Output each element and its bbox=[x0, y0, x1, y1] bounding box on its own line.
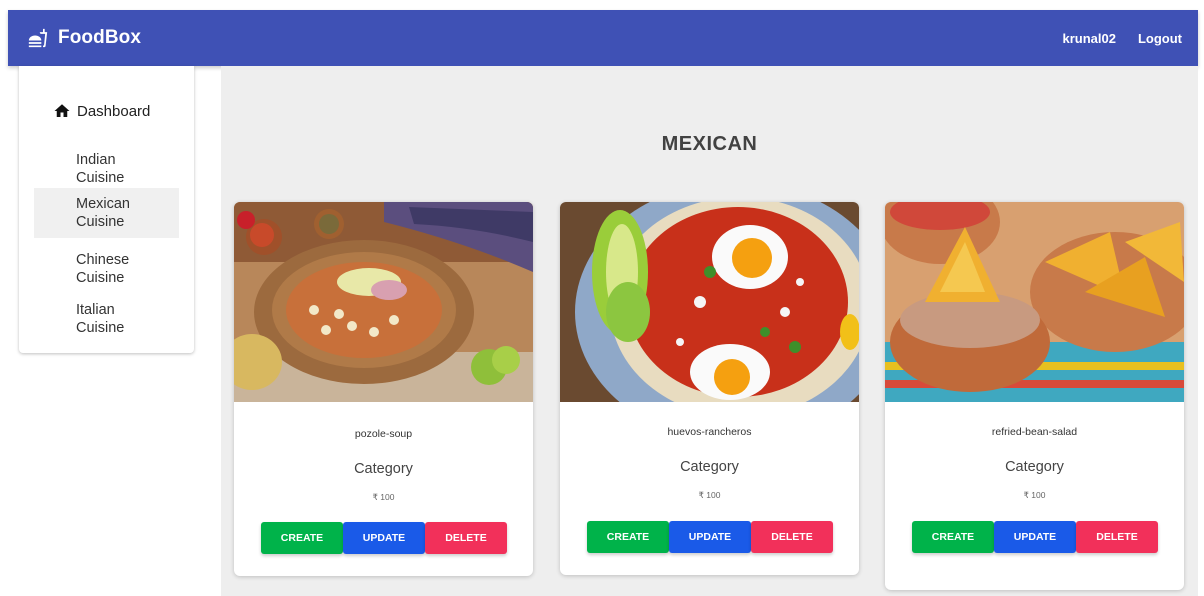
food-card: pozole-soup Category ₹ 100 CREATE UPDATE… bbox=[234, 202, 533, 576]
sidebar-item-label: Chinese Cuisine bbox=[76, 252, 130, 286]
sidebar-item-mexican-cuisine[interactable]: Mexican Cuisine bbox=[34, 188, 179, 238]
food-price: ₹ 100 bbox=[698, 490, 721, 500]
food-card: huevos-rancheros Category ₹ 100 CREATE U… bbox=[560, 202, 859, 575]
app-bar: FoodBox krunal02 Logout bbox=[8, 10, 1198, 66]
fastfood-icon bbox=[28, 28, 48, 48]
sidebar: Dashboard Indian Cuisine Mexican Cuisine… bbox=[19, 66, 194, 353]
update-button[interactable]: UPDATE bbox=[994, 521, 1076, 553]
brand-name: FoodBox bbox=[58, 27, 142, 48]
delete-button[interactable]: DELETE bbox=[1076, 521, 1158, 553]
food-category: Category bbox=[680, 459, 739, 475]
create-button[interactable]: CREATE bbox=[912, 521, 994, 553]
username-link[interactable]: krunal02 bbox=[1062, 31, 1115, 46]
sidebar-item-indian-cuisine[interactable]: Indian Cuisine bbox=[34, 144, 179, 194]
sidebar-item-italian-cuisine[interactable]: Italian Cuisine bbox=[34, 294, 179, 344]
page-title: MEXICAN bbox=[661, 133, 758, 155]
delete-button[interactable]: DELETE bbox=[751, 521, 833, 553]
sidebar-item-label: Indian Cuisine bbox=[76, 152, 125, 186]
food-card: refried-bean-salad Category ₹ 100 CREATE… bbox=[885, 202, 1184, 590]
food-image-huevos-rancheros bbox=[560, 202, 859, 402]
food-name: huevos-rancheros bbox=[667, 426, 752, 438]
logout-button[interactable]: Logout bbox=[1138, 31, 1182, 46]
food-image-refried-bean-salad bbox=[885, 202, 1184, 402]
create-button[interactable]: CREATE bbox=[587, 521, 669, 553]
home-icon bbox=[54, 104, 70, 117]
food-name: refried-bean-salad bbox=[991, 426, 1078, 438]
food-category: Category bbox=[1005, 459, 1064, 475]
food-price: ₹ 100 bbox=[1023, 490, 1046, 500]
sidebar-item-label: Dashboard bbox=[77, 102, 151, 120]
sidebar-item-label: Italian Cuisine bbox=[76, 302, 125, 336]
food-name: pozole-soup bbox=[354, 428, 413, 440]
sidebar-item-label: Mexican Cuisine bbox=[76, 196, 130, 230]
sidebar-item-dashboard[interactable]: Dashboard bbox=[53, 102, 150, 120]
update-button[interactable]: UPDATE bbox=[669, 521, 751, 553]
sidebar-item-chinese-cuisine[interactable]: Chinese Cuisine bbox=[34, 244, 179, 294]
delete-button[interactable]: DELETE bbox=[425, 522, 507, 554]
food-price: ₹ 100 bbox=[372, 492, 395, 502]
food-category: Category bbox=[354, 461, 413, 477]
create-button[interactable]: CREATE bbox=[261, 522, 343, 554]
update-button[interactable]: UPDATE bbox=[343, 522, 425, 554]
brand[interactable]: FoodBox bbox=[28, 27, 141, 49]
food-image-pozole-soup bbox=[234, 202, 533, 402]
